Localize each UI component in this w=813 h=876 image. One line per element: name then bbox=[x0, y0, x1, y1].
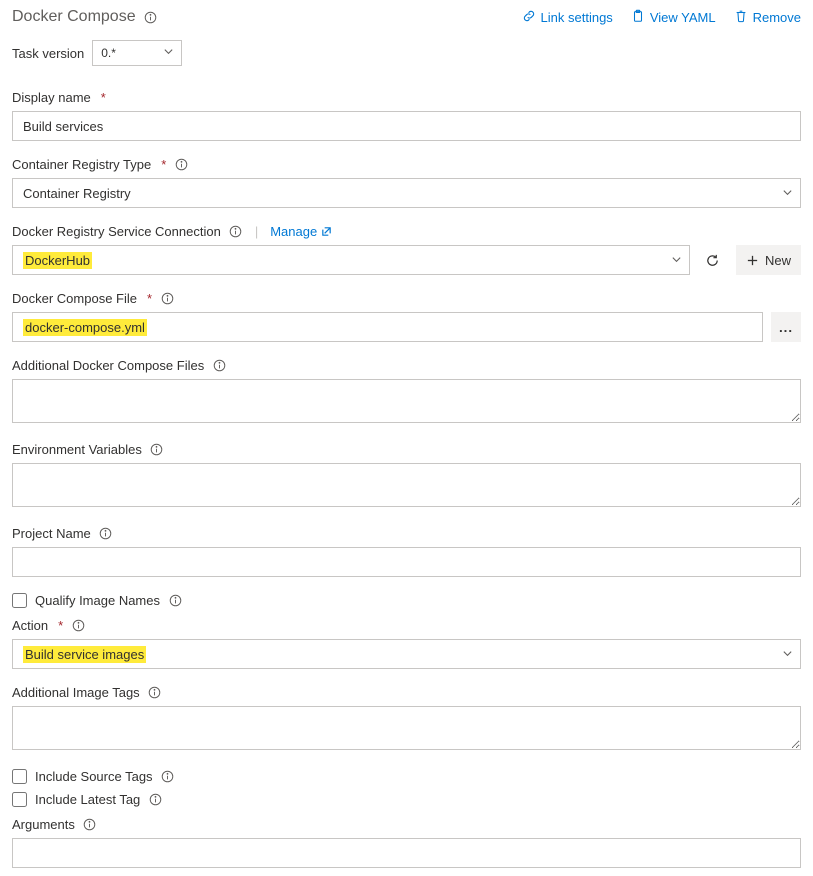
link-icon bbox=[522, 9, 536, 26]
task-version-value: 0.* bbox=[101, 46, 116, 60]
remove-label: Remove bbox=[753, 10, 801, 25]
refresh-icon bbox=[705, 253, 720, 268]
new-label: New bbox=[765, 253, 791, 268]
action-value: Build service images bbox=[23, 646, 146, 663]
info-icon[interactable] bbox=[160, 292, 174, 306]
info-icon[interactable] bbox=[71, 619, 85, 633]
display-name-label: Display name bbox=[12, 90, 91, 105]
docker-compose-file-value: docker-compose.yml bbox=[23, 319, 147, 336]
container-registry-type-value: Container Registry bbox=[23, 186, 131, 201]
info-icon[interactable] bbox=[229, 225, 243, 239]
arguments-input[interactable] bbox=[12, 838, 801, 868]
info-icon[interactable] bbox=[99, 527, 113, 541]
clipboard-icon bbox=[631, 9, 645, 26]
chevron-down-icon bbox=[782, 647, 793, 662]
env-vars-input[interactable] bbox=[12, 463, 801, 507]
view-yaml-button[interactable]: View YAML bbox=[631, 9, 716, 26]
link-settings-label: Link settings bbox=[541, 10, 613, 25]
required-marker: * bbox=[58, 618, 63, 633]
project-name-label: Project Name bbox=[12, 526, 91, 541]
docker-compose-file-input[interactable]: docker-compose.yml bbox=[12, 312, 763, 342]
info-icon[interactable] bbox=[161, 770, 175, 784]
remove-button[interactable]: Remove bbox=[734, 9, 801, 26]
chevron-down-icon bbox=[671, 253, 682, 268]
external-link-icon bbox=[321, 226, 332, 237]
chevron-down-icon bbox=[163, 46, 174, 60]
docker-compose-file-label: Docker Compose File bbox=[12, 291, 137, 306]
trash-icon bbox=[734, 9, 748, 26]
info-icon[interactable] bbox=[144, 10, 158, 24]
required-marker: * bbox=[147, 291, 152, 306]
include-source-tags-checkbox[interactable] bbox=[12, 769, 27, 784]
plus-icon bbox=[746, 254, 759, 267]
info-icon[interactable] bbox=[148, 793, 162, 807]
include-latest-tag-label[interactable]: Include Latest Tag bbox=[35, 792, 140, 807]
manage-link[interactable]: Manage bbox=[270, 224, 332, 239]
info-icon[interactable] bbox=[148, 686, 162, 700]
include-latest-tag-checkbox[interactable] bbox=[12, 792, 27, 807]
task-version-select[interactable]: 0.* bbox=[92, 40, 182, 66]
info-icon[interactable] bbox=[83, 818, 97, 832]
arguments-label: Arguments bbox=[12, 817, 75, 832]
ellipsis-icon: ... bbox=[779, 320, 793, 335]
link-settings-button[interactable]: Link settings bbox=[522, 9, 613, 26]
container-registry-type-label: Container Registry Type bbox=[12, 157, 151, 172]
browse-button[interactable]: ... bbox=[771, 312, 801, 342]
action-label: Action bbox=[12, 618, 48, 633]
required-marker: * bbox=[101, 90, 106, 105]
new-button[interactable]: New bbox=[736, 245, 801, 275]
info-icon[interactable] bbox=[168, 594, 182, 608]
manage-label: Manage bbox=[270, 224, 317, 239]
qualify-image-names-label[interactable]: Qualify Image Names bbox=[35, 593, 160, 608]
additional-compose-label: Additional Docker Compose Files bbox=[12, 358, 204, 373]
refresh-button[interactable] bbox=[698, 245, 728, 275]
include-source-tags-label[interactable]: Include Source Tags bbox=[35, 769, 153, 784]
additional-image-tags-input[interactable] bbox=[12, 706, 801, 750]
required-marker: * bbox=[161, 157, 166, 172]
additional-compose-input[interactable] bbox=[12, 379, 801, 423]
docker-registry-conn-value: DockerHub bbox=[23, 252, 92, 269]
project-name-input[interactable] bbox=[12, 547, 801, 577]
page-title: Docker Compose bbox=[12, 8, 136, 26]
info-icon[interactable] bbox=[150, 443, 164, 457]
info-icon[interactable] bbox=[212, 359, 226, 373]
docker-registry-conn-select[interactable]: DockerHub bbox=[12, 245, 690, 275]
chevron-down-icon bbox=[782, 186, 793, 201]
info-icon[interactable] bbox=[174, 158, 188, 172]
docker-registry-conn-label: Docker Registry Service Connection bbox=[12, 224, 221, 239]
qualify-image-names-checkbox[interactable] bbox=[12, 593, 27, 608]
env-vars-label: Environment Variables bbox=[12, 442, 142, 457]
view-yaml-label: View YAML bbox=[650, 10, 716, 25]
container-registry-type-select[interactable]: Container Registry bbox=[12, 178, 801, 208]
separator: | bbox=[255, 224, 258, 239]
display-name-input[interactable] bbox=[12, 111, 801, 141]
additional-image-tags-label: Additional Image Tags bbox=[12, 685, 140, 700]
action-select[interactable]: Build service images bbox=[12, 639, 801, 669]
task-version-label: Task version bbox=[12, 46, 84, 61]
